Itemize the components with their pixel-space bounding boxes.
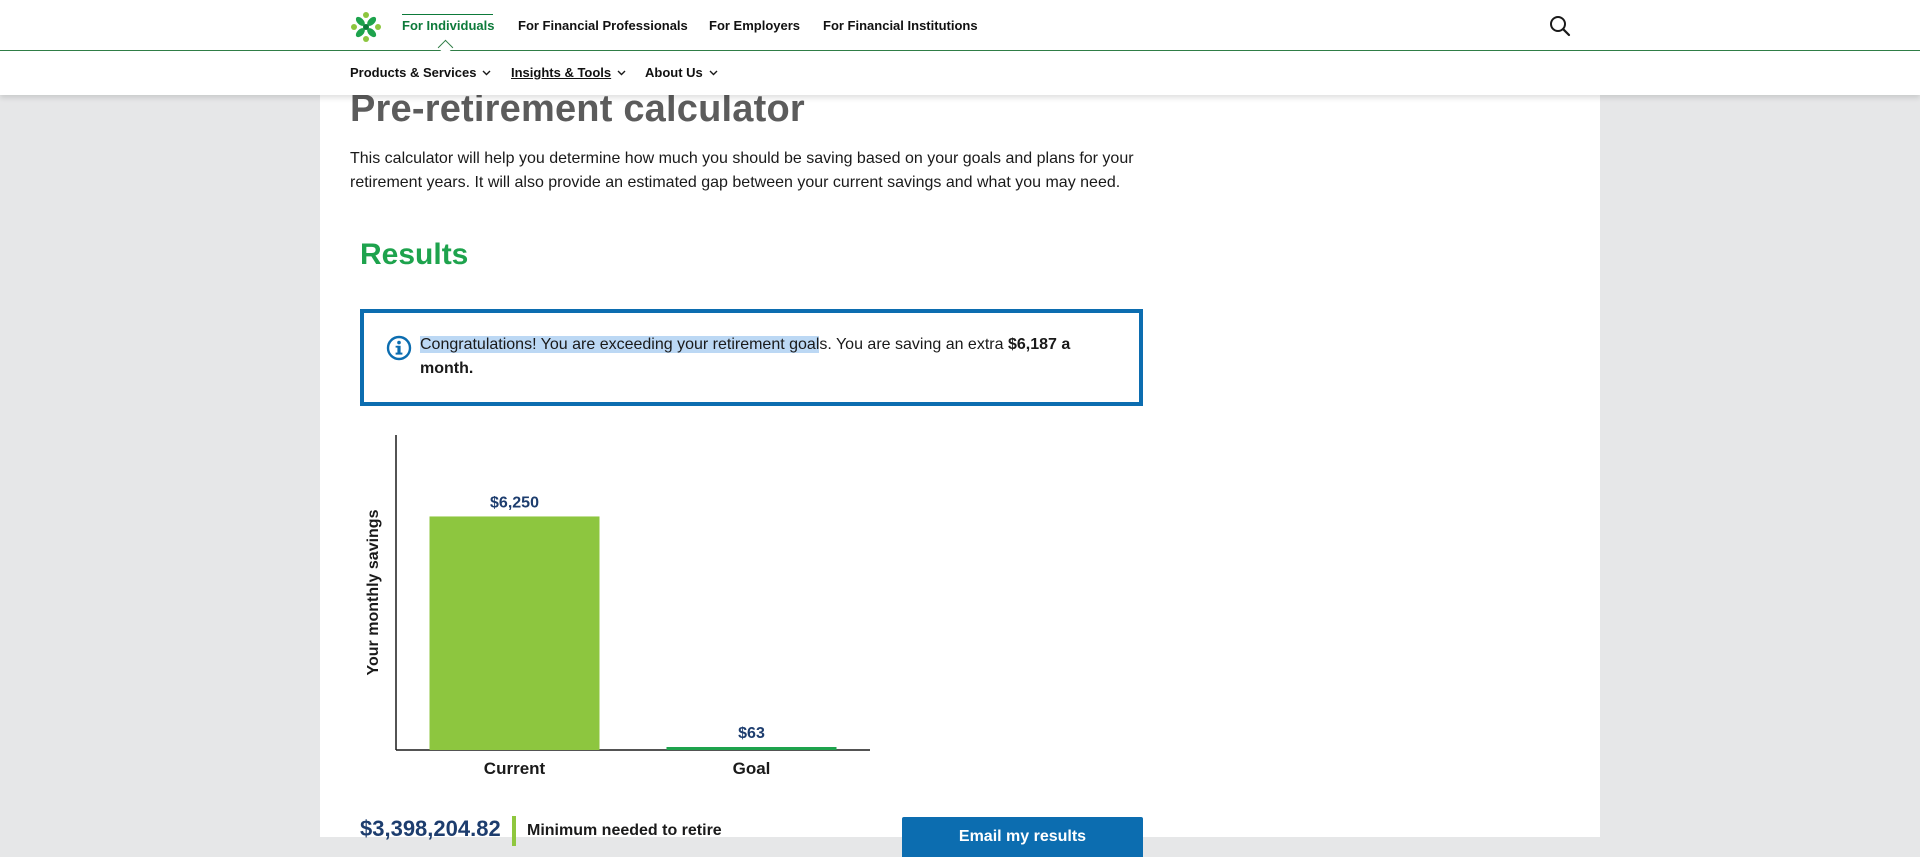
nav-for-individuals[interactable]: For Individuals [402,18,494,33]
chevron-down-icon [617,70,626,75]
active-nav-indicator [402,14,493,15]
secondary-navigation-bar: Products & Services Insights & Tools Abo… [0,51,1920,95]
nav-for-employers[interactable]: For Employers [709,18,800,33]
email-results-button[interactable]: Email my results [902,817,1143,857]
search-icon[interactable] [1548,14,1572,38]
bar-value-label: $63 [738,725,765,742]
chevron-down-icon [482,70,491,75]
top-navigation-bar: For Individuals For Financial Profession… [0,0,1920,51]
menu-about-us[interactable]: About Us [645,65,718,80]
menu-label: About Us [645,65,703,80]
minimum-needed-value: $3,398,204.82 [360,816,501,841]
y-axis-label: Your monthly savings [365,509,382,675]
bar-goal [666,747,837,750]
brand-logo[interactable] [349,10,383,44]
nav-for-financial-professionals[interactable]: For Financial Professionals [518,18,688,33]
menu-products-services[interactable]: Products & Services [350,65,491,80]
category-label: Current [484,759,546,778]
menu-label: Products & Services [350,65,477,80]
menu-label: Insights & Tools [511,65,612,80]
bar-current [429,516,600,750]
alert-highlighted-text: Congratulations! You are exceeding your … [420,336,820,353]
alert-text: s. You are saving an extra [819,336,1008,353]
nav-for-financial-institutions[interactable]: For Financial Institutions [823,18,978,33]
chevron-down-icon [709,70,718,75]
chart-bars [429,516,837,750]
alert-message: Congratulations! You are exceeding your … [420,333,1120,381]
minimum-needed-label: Minimum needed to retire [527,822,722,839]
bar-value-label: $6,250 [490,494,539,511]
results-heading: Results [360,238,469,271]
category-label: Goal [733,759,771,778]
summary-divider [512,816,516,846]
intro-paragraph: This calculator will help you determine … [350,150,1134,191]
menu-insights-tools[interactable]: Insights & Tools [511,65,626,80]
results-alert: Congratulations! You are exceeding your … [360,309,1143,406]
monthly-savings-chart: Your monthly savings $6,250 Current $63 Goal [365,435,870,778]
info-icon [386,335,412,361]
